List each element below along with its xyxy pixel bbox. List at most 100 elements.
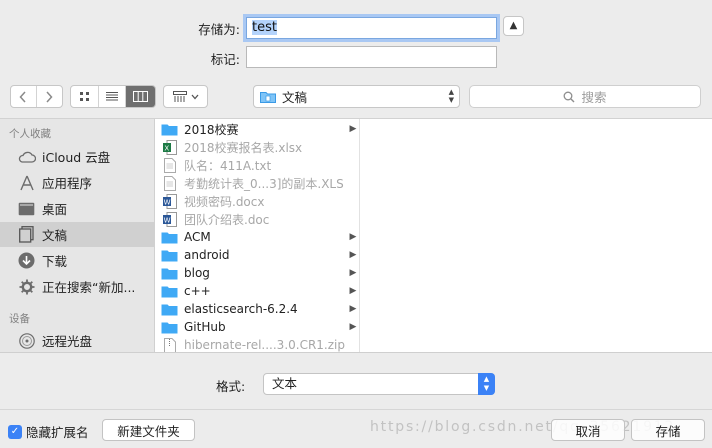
folder-icon: [161, 302, 178, 317]
disclosure-arrow-icon: ▶: [349, 268, 357, 278]
file-name: 队名：411A.txt: [184, 158, 272, 173]
file-name: 视频密码.docx: [184, 194, 265, 209]
file-row[interactable]: elasticsearch-6.2.4 ▶: [156, 300, 359, 318]
file-column: 2018校赛 ▶ X 2018校赛报名表.xlsx 队名：411A.txt 考勤…: [156, 119, 360, 353]
sidebar-item-label: 下载: [42, 254, 68, 269]
file-row: hibernate-rel....3.0.CR1.zip: [156, 336, 359, 353]
folder-icon: [161, 266, 178, 281]
zip-file-icon: [161, 337, 178, 353]
grid-icon: [79, 92, 89, 101]
search-field[interactable]: 搜索: [469, 85, 701, 108]
tags-input[interactable]: [246, 46, 497, 68]
cancel-button[interactable]: 取消: [551, 419, 625, 441]
tags-label: 标记:: [210, 52, 240, 67]
back-button[interactable]: [11, 86, 37, 107]
sidebar-item-icloud[interactable]: iCloud 云盘: [0, 144, 155, 169]
hide-extension-checkbox[interactable]: ✓ 隐藏扩展名: [8, 422, 89, 441]
file-name: c++: [184, 284, 211, 298]
sidebar-item-label: 文稿: [42, 228, 68, 243]
filename-input[interactable]: test: [246, 17, 497, 39]
spreadsheet-file-icon: [161, 175, 178, 191]
file-row: 考勤统计表_0...3]的副本.XLS: [156, 174, 359, 192]
column-view-button[interactable]: [126, 86, 155, 107]
file-row: W 团队介绍表.doc: [156, 210, 359, 228]
disclosure-arrow-icon: ▶: [349, 286, 357, 296]
sidebar-item-searching[interactable]: 正在搜索“新加...: [0, 274, 155, 299]
file-name: hibernate-rel....3.0.CR1.zip: [184, 338, 345, 352]
file-row[interactable]: android ▶: [156, 246, 359, 264]
forward-button[interactable]: [37, 86, 62, 107]
sidebar-item-documents[interactable]: 文稿: [0, 222, 155, 247]
save-as-label: 存储为:: [198, 22, 240, 37]
svg-text:X: X: [164, 144, 169, 152]
chevron-down-icon: [191, 94, 198, 99]
devices-header: 设备: [9, 313, 30, 325]
file-name: android: [184, 248, 230, 262]
cloud-icon: [17, 147, 36, 166]
sidebar: 个人收藏 iCloud 云盘 应用程序 桌面 文稿 下载 正在搜索“新加... …: [0, 119, 155, 353]
file-row: W 视频密码.docx: [156, 192, 359, 210]
watermark: https://blog.csdn.net/qq_35621912: [370, 419, 676, 435]
arrange-grid-icon: [172, 91, 187, 102]
svg-text:W: W: [163, 216, 170, 224]
file-name: elasticsearch-6.2.4: [184, 302, 298, 316]
file-row[interactable]: c++ ▶: [156, 282, 359, 300]
sidebar-item-remote-disc[interactable]: 远程光盘: [0, 328, 155, 353]
location-label: 文稿: [282, 90, 308, 105]
format-value: 文本: [272, 376, 298, 391]
folder-icon: [161, 230, 178, 245]
applications-icon: [17, 173, 36, 192]
file-row: X 2018校赛报名表.xlsx: [156, 138, 359, 156]
disclosure-arrow-icon: ▶: [349, 322, 357, 332]
disclosure-arrow-icon: ▶: [349, 304, 357, 314]
svg-text:W: W: [163, 198, 170, 206]
file-name: 团队介绍表.doc: [184, 212, 270, 227]
desktop-icon: [17, 199, 36, 218]
dialog-footer: 格式: 文本 ▲ ▼ ✓ 隐藏扩展名 新建文件夹 https://blog.csd…: [0, 352, 712, 448]
excel-file-icon: X: [161, 139, 178, 155]
file-name: 2018校赛: [184, 122, 239, 137]
file-row[interactable]: ACM ▶: [156, 228, 359, 246]
file-name: blog: [184, 266, 210, 280]
text-file-icon: [161, 157, 178, 173]
chevron-left-icon: [19, 90, 26, 103]
format-label: 格式:: [216, 379, 246, 394]
save-button[interactable]: 存储: [631, 419, 705, 441]
sidebar-item-label: iCloud 云盘: [42, 150, 111, 165]
search-placeholder: 搜索: [581, 90, 607, 105]
arrange-popup[interactable]: [163, 85, 208, 108]
footer-divider: [0, 409, 712, 410]
file-name: GitHub: [184, 320, 226, 334]
disclosure-arrow-icon: ▶: [349, 232, 357, 242]
documents-icon: [17, 225, 36, 244]
columns-icon: [133, 91, 149, 102]
favorites-header: 个人收藏: [9, 128, 51, 140]
sidebar-item-desktop[interactable]: 桌面: [0, 196, 155, 221]
disclosure-arrow-icon: ▶: [349, 250, 357, 260]
download-icon: [17, 251, 36, 270]
file-row: 队名：411A.txt: [156, 156, 359, 174]
file-row[interactable]: 2018校赛 ▶: [156, 120, 359, 138]
chevron-right-icon: [46, 90, 53, 103]
format-popup[interactable]: 文本 ▲ ▼: [263, 373, 495, 395]
sidebar-item-label: 应用程序: [42, 176, 93, 191]
sidebar-item-label: 正在搜索“新加...: [42, 280, 136, 295]
disclosure-arrow-icon: ▶: [349, 124, 357, 134]
collapse-dialog-button[interactable]: ▲: [503, 16, 524, 36]
new-folder-button[interactable]: 新建文件夹: [102, 419, 195, 441]
file-row[interactable]: GitHub ▶: [156, 318, 359, 336]
icon-view-button[interactable]: [71, 86, 99, 107]
sidebar-item-downloads[interactable]: 下载: [0, 248, 155, 273]
toolbar: 文稿 ▲ ▼ 搜索: [0, 82, 712, 112]
word-file-icon: W: [161, 193, 178, 209]
list-icon: [106, 92, 118, 101]
location-popup[interactable]: 文稿 ▲ ▼: [253, 85, 460, 108]
sidebar-item-applications[interactable]: 应用程序: [0, 170, 155, 195]
list-view-button[interactable]: [99, 86, 127, 107]
file-name: 2018校赛报名表.xlsx: [184, 140, 303, 155]
file-row[interactable]: blog ▶: [156, 264, 359, 282]
documents-folder-icon: [260, 92, 276, 103]
chevron-up-icon: ▲: [509, 20, 518, 31]
updown-icon: ▲ ▼: [478, 373, 495, 395]
word-file-icon: W: [161, 211, 178, 227]
